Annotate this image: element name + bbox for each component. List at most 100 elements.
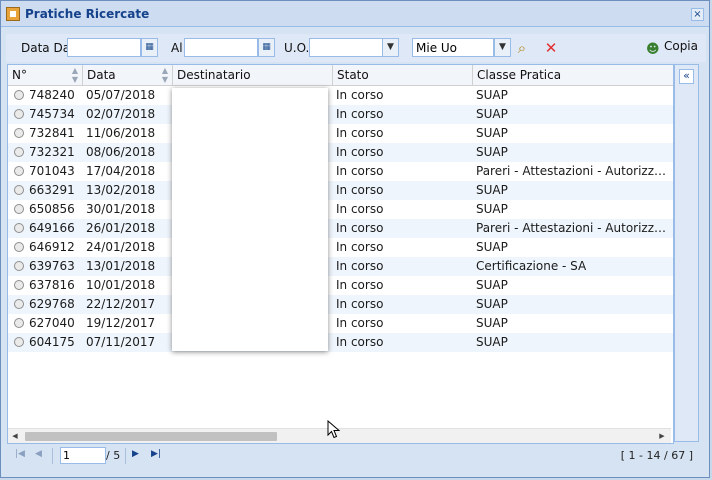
table-row[interactable]: 604175 07/11/2017 In corso SUAP (8, 333, 673, 352)
chevron-down-icon[interactable]: ▼ (382, 38, 399, 57)
cell-classe: SUAP (476, 183, 508, 197)
cell-classe: SUAP (476, 88, 508, 102)
column-header-n[interactable]: N° ▲ ▼ (8, 65, 83, 85)
cell-stato: In corso (336, 259, 384, 273)
paging-toolbar: |◀ ◀ / 5 ▶ ▶| [ 1 - 14 / 67 ] (7, 445, 699, 467)
row-radio-button[interactable] (14, 280, 24, 290)
chevron-down-icon[interactable]: ▼ (494, 38, 511, 57)
row-radio-button[interactable] (14, 223, 24, 233)
cell-classe: Pareri - Attestazioni - Autorizzazio... (476, 164, 670, 178)
results-grid: N° ▲ ▼ Data ▲ ▼ Destinatario Stato Classe Pr… (7, 64, 674, 444)
row-radio-button[interactable] (14, 261, 24, 271)
cell-data: 26/01/2018 (86, 221, 156, 235)
first-page-icon[interactable]: |◀ (15, 449, 25, 459)
table-row[interactable]: 701043 17/04/2018 In corso Pareri - Attesta… (8, 162, 673, 181)
date-from-label: Data Dal (21, 41, 74, 55)
row-radio-button[interactable] (14, 90, 24, 100)
cell-stato: In corso (336, 202, 384, 216)
copy-button[interactable]: ☻ Copia (646, 39, 698, 58)
search-icon[interactable]: ⌕ (513, 39, 531, 57)
uo-label: U.O. (284, 41, 310, 55)
row-radio-button[interactable] (14, 166, 24, 176)
cell-classe: SUAP (476, 240, 508, 254)
copy-label: Copia (663, 39, 698, 53)
cell-stato: In corso (336, 297, 384, 311)
table-row[interactable]: 646912 24/01/2018 In corso SUAP (8, 238, 673, 257)
cell-numero: 646912 (29, 240, 75, 254)
row-radio-button[interactable] (14, 337, 24, 347)
cell-classe: SUAP (476, 107, 508, 121)
cell-data: 13/01/2018 (86, 259, 156, 273)
calendar-icon[interactable]: ▦ (258, 38, 275, 57)
row-radio-button[interactable] (14, 299, 24, 309)
scroll-left-icon[interactable]: ◀ (8, 429, 22, 443)
row-radio-button[interactable] (14, 109, 24, 119)
expand-panel-icon[interactable]: « (679, 69, 694, 84)
page-number-input[interactable] (60, 447, 106, 464)
table-row[interactable]: 663291 13/02/2018 In corso SUAP (8, 181, 673, 200)
sort-icon: ▲ ▼ (161, 66, 168, 84)
cell-data: 17/04/2018 (86, 164, 156, 178)
next-page-icon[interactable]: ▶ (132, 449, 139, 459)
side-panel: « (674, 64, 699, 442)
scope-combo[interactable] (412, 38, 494, 57)
table-row[interactable]: 627040 19/12/2017 In corso SUAP (8, 314, 673, 333)
cell-numero: 732841 (29, 126, 75, 140)
row-radio-button[interactable] (14, 128, 24, 138)
row-radio-button[interactable] (14, 185, 24, 195)
table-row[interactable]: 745734 02/07/2018 In corso SUAP (8, 105, 673, 124)
cell-classe: SUAP (476, 316, 508, 330)
cell-data: 22/12/2017 (86, 297, 156, 311)
table-row[interactable]: 639763 13/01/2018 In corso Certificazione -… (8, 257, 673, 276)
prev-page-icon[interactable]: ◀ (35, 449, 42, 459)
close-icon[interactable]: × (691, 8, 704, 21)
cell-classe: SUAP (476, 126, 508, 140)
table-row[interactable]: 732321 08/06/2018 In corso SUAP (8, 143, 673, 162)
date-to-field[interactable] (184, 38, 258, 57)
table-row[interactable]: 650856 30/01/2018 In corso SUAP (8, 200, 673, 219)
cell-stato: In corso (336, 164, 384, 178)
cell-numero: 701043 (29, 164, 75, 178)
cell-numero: 637816 (29, 278, 75, 292)
cell-numero: 732321 (29, 145, 75, 159)
row-radio-button[interactable] (14, 147, 24, 157)
grid-header: N° ▲ ▼ Data ▲ ▼ Destinatario Stato Classe Pr… (8, 65, 673, 86)
cell-stato: In corso (336, 240, 384, 254)
table-row[interactable]: 629768 22/12/2017 In corso SUAP (8, 295, 673, 314)
cell-stato: In corso (336, 221, 384, 235)
column-header-destinatario[interactable]: Destinatario (173, 65, 333, 85)
column-header-stato[interactable]: Stato (333, 65, 473, 85)
uo-combo[interactable] (309, 38, 383, 57)
calendar-icon[interactable]: ▦ (141, 38, 158, 57)
scroll-right-icon[interactable]: ▶ (655, 429, 669, 443)
column-header-classe[interactable]: Classe Pratica (473, 65, 673, 85)
row-radio-button[interactable] (14, 318, 24, 328)
cell-classe: SUAP (476, 145, 508, 159)
table-row[interactable]: 637816 10/01/2018 In corso SUAP (8, 276, 673, 295)
cell-numero: 604175 (29, 335, 75, 349)
table-row[interactable]: 732841 11/06/2018 In corso SUAP (8, 124, 673, 143)
cell-classe: SUAP (476, 335, 508, 349)
cell-data: 11/06/2018 (86, 126, 156, 140)
window-titlebar[interactable]: Pratiche Ricercate × (1, 1, 709, 27)
last-page-icon[interactable]: ▶| (151, 449, 161, 459)
cell-data: 13/02/2018 (86, 183, 156, 197)
date-from-field[interactable] (67, 38, 141, 57)
separator (125, 448, 126, 464)
users-icon: ☻ (645, 42, 660, 57)
search-results-window: Pratiche Ricercate × Data Dal ▦ Al ▦ U.O… (0, 0, 710, 478)
column-header-data[interactable]: Data ▲ ▼ (83, 65, 173, 85)
cell-stato: In corso (336, 88, 384, 102)
cell-numero: 639763 (29, 259, 75, 273)
row-radio-button[interactable] (14, 204, 24, 214)
cell-data: 02/07/2018 (86, 107, 156, 121)
filter-toolbar: Data Dal ▦ Al ▦ U.O. ▼ ▼ ⌕ ✕ ☻Copia (6, 34, 706, 62)
cell-stato: In corso (336, 145, 384, 159)
cell-numero: 629768 (29, 297, 75, 311)
table-row[interactable]: 748240 05/07/2018 In corso SUAP (8, 86, 673, 105)
scrollbar-thumb[interactable] (25, 432, 277, 441)
clear-icon[interactable]: ✕ (542, 39, 560, 57)
table-row[interactable]: 649166 26/01/2018 In corso Pareri - Attesta… (8, 219, 673, 238)
cell-classe: Certificazione - SA (476, 259, 587, 273)
row-radio-button[interactable] (14, 242, 24, 252)
